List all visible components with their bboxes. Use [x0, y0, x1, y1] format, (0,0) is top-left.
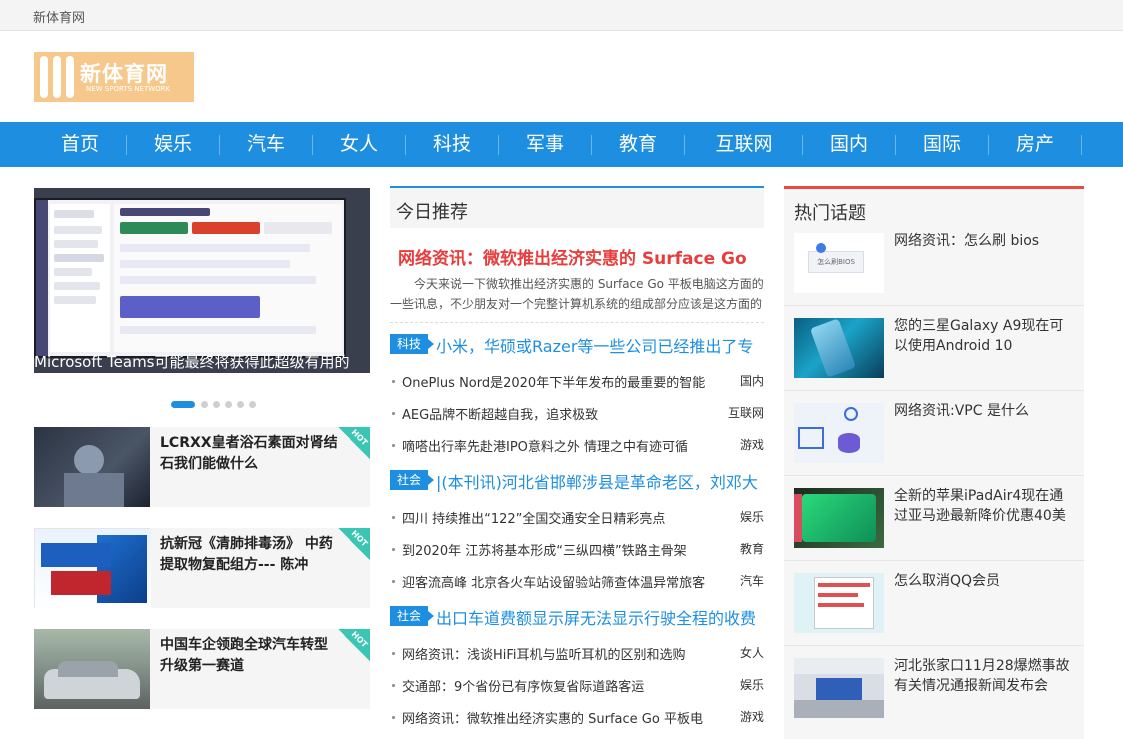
logo-icon	[40, 56, 74, 98]
headline-text[interactable]: |(本刊讯)河北省邯郸涉县是革命老区，刘邓大	[436, 469, 764, 493]
hot-topics: 热门话题 怎么刷BIOS 网络资讯：怎么刷 bios 您的三星Galaxy A9…	[784, 186, 1084, 739]
hot-card-thumb	[34, 528, 151, 609]
list-item[interactable]: 四川 持续推出“122”全国交通安全日精彩亮点 娱乐	[390, 508, 764, 528]
slider-dot-4[interactable]	[225, 401, 232, 408]
headline-text[interactable]: 小米，华硕或Razer等一些公司已经推出了专	[436, 333, 764, 357]
top-bar: 新体育网	[0, 0, 1123, 31]
topic-title[interactable]: 河北张家口11月28爆燃事故有关情况通报新闻发布会	[894, 656, 1076, 696]
list-item[interactable]: 交通部：9个省份已有序恢复省际道路客运 娱乐	[390, 676, 764, 696]
list-item-category: 教育	[739, 542, 764, 556]
topic-thumb	[794, 573, 884, 633]
topic-thumb	[794, 488, 884, 548]
list-item[interactable]: 到2020年 江苏将基本形成“三纵四横”铁路主骨架 教育	[390, 540, 764, 560]
group-headline-3[interactable]: 社会 出口车道费额显示屏无法显示行驶全程的收费	[390, 606, 764, 628]
featured-title[interactable]: 网络资讯：微软推出经济实惠的 Surface Go	[398, 244, 747, 269]
slider-dot-6[interactable]	[249, 401, 256, 408]
category-tag[interactable]: 社会	[390, 606, 434, 626]
hot-badge: HOT	[338, 427, 370, 459]
topic-thumb	[794, 318, 884, 378]
hot-badge: HOT	[338, 629, 370, 661]
today-heading: 今日推荐	[396, 202, 468, 223]
list-item[interactable]: 嘀嗒出行率先赴港IPO意料之外 情理之中有迹可循 游戏	[390, 436, 764, 456]
nav-item-entertainment[interactable]: 娱乐	[140, 122, 206, 167]
hot-badge: HOT	[338, 528, 370, 560]
category-tag[interactable]: 科技	[390, 334, 434, 354]
list-item[interactable]: AEG品牌不断超越自我，追求极致 互联网	[390, 404, 764, 424]
hot-card-thumb	[34, 427, 150, 507]
topic-title[interactable]: 您的三星Galaxy A9现在可以使用Android 10	[894, 316, 1076, 356]
list-item-category: 互联网	[727, 406, 764, 420]
topic-title[interactable]: 网络资讯：怎么刷 bios	[894, 231, 1076, 251]
hot-topic-4[interactable]: 全新的苹果iPadAir4现在通过亚马逊最新降价优惠40美	[784, 476, 1084, 561]
category-tag[interactable]: 社会	[390, 470, 434, 490]
list-item-category: 游戏	[739, 710, 764, 724]
slider-dot-5[interactable]	[237, 401, 244, 408]
hot-card-title[interactable]: LCRXX皇者浴石素面对肾结石我们能做什么	[160, 433, 338, 475]
news-slider[interactable]: Microsoft Teams可能最终将获得此超级有用的	[34, 188, 370, 373]
nav-item-domestic[interactable]: 国内	[816, 122, 882, 167]
group-headline-1[interactable]: 科技 小米，华硕或Razer等一些公司已经推出了专	[390, 334, 764, 356]
site-logo[interactable]: 新体育网 NEW SPORTS NETWORK	[34, 52, 194, 102]
nav-item-military[interactable]: 军事	[512, 122, 578, 167]
topic-thumb	[794, 658, 884, 718]
list-item[interactable]: 网络资讯：微软推出经济实惠的 Surface Go 平板电 游戏	[390, 708, 764, 728]
topic-title[interactable]: 全新的苹果iPadAir4现在通过亚马逊最新降价优惠40美	[894, 486, 1076, 526]
nav-item-auto[interactable]: 汽车	[233, 122, 299, 167]
nav-item-tech[interactable]: 科技	[419, 122, 485, 167]
nav-item-women[interactable]: 女人	[326, 122, 392, 167]
hot-topic-6[interactable]: 河北张家口11月28爆燃事故有关情况通报新闻发布会	[784, 646, 1084, 731]
hot-topic-5[interactable]: 怎么取消QQ会员	[784, 561, 1084, 646]
hot-card-title[interactable]: 中国车企领跑全球汽车转型 升级第一赛道	[160, 635, 338, 677]
topic-thumb: 怎么刷BIOS	[794, 233, 884, 293]
featured-desc: 今天来说一下微软推出经济实惠的 Surface Go 平板电脑这方面的一些讯息，…	[390, 277, 764, 311]
list-item-category: 娱乐	[739, 678, 764, 692]
nav-item-property[interactable]: 房产	[1002, 122, 1068, 167]
list-item-category: 女人	[739, 646, 764, 660]
nav-item-education[interactable]: 教育	[605, 122, 671, 167]
hot-card-title[interactable]: 抗新冠《清肺排毒汤》 中药提取物复配组方--- 陈冲	[160, 534, 338, 576]
headline-text[interactable]: 出口车道费额显示屏无法显示行驶全程的收费	[436, 605, 764, 629]
site-name[interactable]: 新体育网	[33, 7, 85, 26]
hot-card-2[interactable]: 抗新冠《清肺排毒汤》 中药提取物复配组方--- 陈冲 HOT	[34, 528, 370, 609]
list-item-category: 娱乐	[739, 510, 764, 524]
list-item[interactable]: OnePlus Nord是2020年下半年发布的最重要的智能 国内	[390, 372, 764, 392]
slider-caption[interactable]: Microsoft Teams可能最终将获得此超级有用的	[34, 351, 370, 372]
logo-subtitle: NEW SPORTS NETWORK	[86, 85, 171, 93]
group-headline-2[interactable]: 社会 |(本刊讯)河北省邯郸涉县是革命老区，刘邓大	[390, 470, 764, 492]
hot-card-thumb	[34, 629, 150, 709]
topic-title[interactable]: 怎么取消QQ会员	[894, 571, 1076, 591]
hot-topic-1[interactable]: 怎么刷BIOS 网络资讯：怎么刷 bios	[784, 221, 1084, 306]
topic-thumb	[794, 403, 884, 463]
slider-image	[34, 188, 370, 373]
list-item[interactable]: 迎客流高峰 北京各火车站设留验站筛查体温异常旅客 汽车	[390, 572, 764, 592]
main-nav: 首页 娱乐 汽车 女人 科技 军事 教育 互联网 国内 国际 房产	[0, 122, 1123, 167]
logo-name: 新体育网	[80, 62, 168, 86]
list-item[interactable]: 网络资讯：浅谈HiFi耳机与监听耳机的区别和选购 女人	[390, 644, 764, 664]
topic-title[interactable]: 网络资讯:VPC 是什么	[894, 401, 1076, 421]
slider-dot-3[interactable]	[213, 401, 220, 408]
today-header: 今日推荐	[390, 186, 764, 228]
hot-topic-2[interactable]: 您的三星Galaxy A9现在可以使用Android 10	[784, 306, 1084, 391]
slider-dot-1[interactable]	[171, 401, 195, 408]
hot-card-1[interactable]: LCRXX皇者浴石素面对肾结石我们能做什么 HOT	[34, 427, 370, 507]
list-item-category: 游戏	[739, 438, 764, 452]
nav-item-internet[interactable]: 互联网	[698, 122, 790, 167]
slider-dot-2[interactable]	[201, 401, 208, 408]
list-item-category: 国内	[739, 374, 764, 388]
nav-item-international[interactable]: 国际	[909, 122, 975, 167]
hot-card-3[interactable]: 中国车企领跑全球汽车转型 升级第一赛道 HOT	[34, 629, 370, 709]
hot-topic-3[interactable]: 网络资讯:VPC 是什么	[784, 391, 1084, 476]
nav-item-home[interactable]: 首页	[47, 122, 113, 167]
list-item-category: 汽车	[739, 574, 764, 588]
